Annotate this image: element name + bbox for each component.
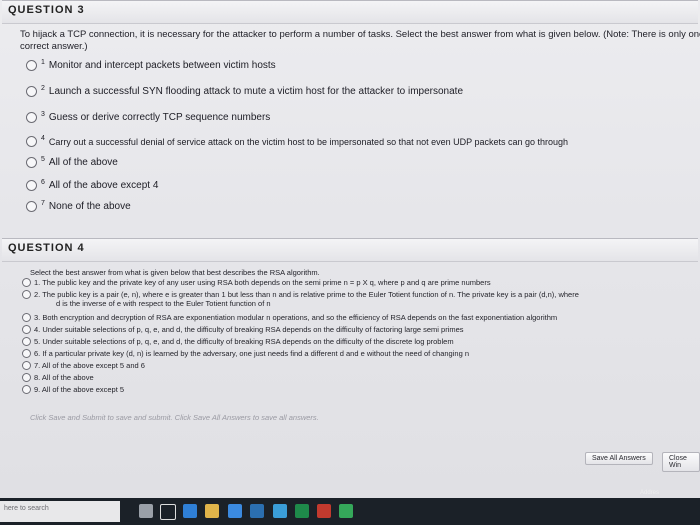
question-4-title: QUESTION 4 [8,242,85,254]
q4-option-9[interactable]: 9. All of the above except 5 [22,385,124,394]
q4-radio-9[interactable] [22,385,31,394]
q4-option-3[interactable]: 3. Both encryption and decryption of RSA… [22,313,557,322]
q4-radio-7[interactable] [22,361,31,370]
close-window-button[interactable]: Close Win [662,452,700,472]
store-icon[interactable] [228,504,242,518]
quiz-page: QUESTION 3 To hijack a TCP connection, i… [0,0,700,498]
mail-icon[interactable] [250,504,264,518]
q4-option-1[interactable]: 1. The public key and the private key of… [22,278,491,287]
edge-browser-icon[interactable] [183,504,197,518]
taskbar-search-box[interactable]: here to search [0,501,120,522]
q3-radio-7[interactable] [26,201,37,212]
q4-radio-8[interactable] [22,373,31,382]
q3-option-7-label: None of the above [48,201,131,212]
q4-radio-3[interactable] [22,313,31,322]
q3-radio-3[interactable] [26,112,37,123]
question-3-header: QUESTION 3 [2,0,698,24]
save-all-answers-button[interactable]: Save All Answers [585,452,653,465]
sheets-icon[interactable] [295,504,309,518]
q4-option-4[interactable]: 4. Under suitable selections of p, q, e,… [22,325,464,334]
project-icon[interactable] [339,504,353,518]
q3-option-1[interactable]: 1 Monitor and intercept packets between … [26,59,276,71]
q4-option-6[interactable]: 6. If a particular private key (d, n) is… [22,349,469,358]
submit-instructions: Click Save and Submit to save and submit… [30,413,319,422]
q4-option-2-continuation: d is the inverse of e with respect to th… [56,299,271,308]
q3-option-1-label: Monitor and intercept packets between vi… [48,60,276,71]
q3-radio-2[interactable] [26,86,37,97]
question-3-prompt: To hijack a TCP connection, it is necess… [20,29,700,52]
q3-option-5[interactable]: 5 All of the above [26,156,118,168]
q3-option-5-label: All of the above [48,157,118,168]
q4-option-8[interactable]: 8. All of the above [22,373,94,382]
q3-radio-5[interactable] [26,157,37,168]
q4-radio-6[interactable] [22,349,31,358]
q3-radio-4[interactable] [26,136,37,147]
microphone-icon[interactable] [139,504,153,518]
q4-radio-1[interactable] [22,278,31,287]
q3-option-3[interactable]: 3 Guess or derive correctly TCP sequence… [26,111,271,123]
address-toolbar-label: Addres [640,490,660,496]
q3-option-2[interactable]: 2 Launch a successful SYN flooding attac… [26,85,464,97]
q4-radio-5[interactable] [22,337,31,346]
question-3-title: QUESTION 3 [8,4,85,16]
question-4-header: QUESTION 4 [2,238,698,262]
taskbar-search-placeholder: here to search [4,505,49,512]
q3-option-4-label: Carry out a successful denial of service… [48,136,569,147]
file-explorer-icon[interactable] [205,504,219,518]
q3-radio-1[interactable] [26,60,37,71]
q3-radio-6[interactable] [26,180,37,191]
q3-option-3-label: Guess or derive correctly TCP sequence n… [48,112,271,123]
powerpoint-icon[interactable] [317,504,331,518]
app-icon[interactable] [273,504,287,518]
q3-option-7[interactable]: 7 None of the above [26,200,131,212]
q3-option-4[interactable]: 4 Carry out a successful denial of servi… [26,135,569,147]
q4-radio-2[interactable] [22,290,31,299]
q3-option-2-label: Launch a successful SYN flooding attack … [48,86,464,97]
q4-radio-4[interactable] [22,325,31,334]
windows-taskbar: here to search [0,498,700,525]
q3-option-6-label: All of the above except 4 [48,180,159,191]
q4-option-5[interactable]: 5. Under suitable selections of p, q, e,… [22,337,454,346]
task-view-icon[interactable] [160,504,176,520]
q4-option-7[interactable]: 7. All of the above except 5 and 6 [22,361,145,370]
q3-option-6[interactable]: 6 All of the above except 4 [26,179,159,191]
q4-option-2[interactable]: 2. The public key is a pair (e, n), wher… [22,290,579,299]
